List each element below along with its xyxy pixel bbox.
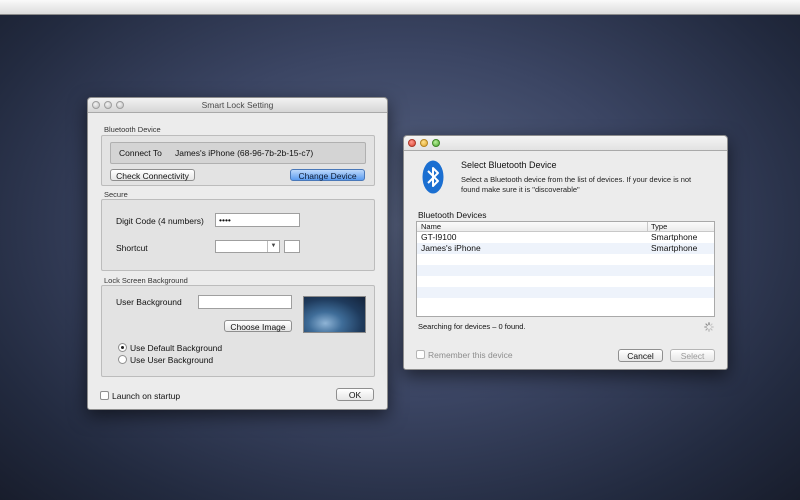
window-title: Smart Lock Setting bbox=[201, 100, 274, 110]
device-name-cell: James's iPhone bbox=[421, 243, 481, 253]
ok-button[interactable]: OK bbox=[336, 388, 374, 401]
lockscreen-section-label: Lock Screen Background bbox=[104, 276, 188, 285]
secure-section-label: Secure bbox=[104, 190, 128, 199]
table-row[interactable]: GT-I9100 Smartphone bbox=[417, 232, 714, 243]
minimize-icon[interactable] bbox=[104, 101, 112, 109]
bluetooth-section-label: Bluetooth Device bbox=[104, 125, 161, 134]
empty-row bbox=[417, 276, 714, 287]
device-type-cell: Smartphone bbox=[651, 232, 698, 242]
dialog-description: Select a Bluetooth device from the list … bbox=[461, 175, 692, 194]
close-icon[interactable] bbox=[408, 139, 416, 147]
empty-row bbox=[417, 298, 714, 309]
chevron-down-icon: ▼ bbox=[267, 241, 279, 252]
shortcut-select[interactable]: ▼ bbox=[215, 240, 280, 253]
remember-device-label: Remember this device bbox=[428, 350, 513, 360]
launch-on-startup-label: Launch on startup bbox=[112, 391, 181, 401]
devices-table: Name Type GT-I9100 Smartphone James's iP… bbox=[416, 221, 715, 317]
use-default-background-radio[interactable] bbox=[118, 343, 127, 352]
table-header: Name Type bbox=[417, 222, 714, 232]
device-name-cell: GT-I9100 bbox=[421, 232, 457, 242]
user-background-label: User Background bbox=[116, 297, 182, 307]
smart-lock-titlebar: Smart Lock Setting bbox=[88, 98, 387, 113]
digit-code-label: Digit Code (4 numbers) bbox=[116, 216, 204, 226]
cancel-button[interactable]: Cancel bbox=[618, 349, 663, 362]
zoom-icon[interactable] bbox=[116, 101, 124, 109]
column-separator bbox=[647, 222, 648, 231]
use-user-background-radio[interactable] bbox=[118, 355, 127, 364]
close-icon[interactable] bbox=[92, 101, 100, 109]
select-bluetooth-window: Select Bluetooth Device Select a Bluetoo… bbox=[403, 135, 728, 370]
connect-to-label: Connect To bbox=[119, 148, 162, 158]
remember-device-checkbox[interactable] bbox=[416, 350, 425, 359]
smart-lock-window: Smart Lock Setting Bluetooth Device Conn… bbox=[87, 97, 388, 410]
use-default-background-label: Use Default Background bbox=[130, 343, 223, 353]
search-status: Searching for devices – 0 found. bbox=[418, 322, 526, 331]
change-device-button[interactable]: Change Device bbox=[290, 169, 365, 181]
launch-on-startup-checkbox[interactable] bbox=[100, 391, 109, 400]
table-row[interactable]: James's iPhone Smartphone bbox=[417, 243, 714, 254]
empty-row bbox=[417, 254, 714, 265]
check-connectivity-button[interactable]: Check Connectivity bbox=[110, 169, 195, 181]
dialog-heading: Select Bluetooth Device bbox=[461, 160, 557, 170]
select-bluetooth-titlebar bbox=[404, 136, 727, 151]
empty-row bbox=[417, 265, 714, 276]
secure-box bbox=[101, 199, 375, 271]
bluetooth-icon bbox=[422, 160, 444, 194]
shortcut-key-input[interactable] bbox=[284, 240, 300, 253]
background-preview-image bbox=[303, 296, 366, 333]
use-user-background-label: Use User Background bbox=[130, 355, 214, 365]
column-type-header[interactable]: Type bbox=[651, 222, 667, 231]
menu-bar bbox=[0, 0, 800, 15]
shortcut-label: Shortcut bbox=[116, 243, 148, 253]
select-button[interactable]: Select bbox=[670, 349, 715, 362]
zoom-icon[interactable] bbox=[432, 139, 440, 147]
minimize-icon[interactable] bbox=[420, 139, 428, 147]
bluetooth-devices-title: Bluetooth Devices bbox=[418, 210, 487, 220]
spinner-icon bbox=[704, 322, 714, 332]
column-name-header[interactable]: Name bbox=[421, 222, 441, 231]
user-background-input[interactable] bbox=[198, 295, 292, 309]
device-type-cell: Smartphone bbox=[651, 243, 698, 253]
device-name: James's iPhone (68-96-7b-2b-15-c7) bbox=[175, 148, 314, 158]
choose-image-button[interactable]: Choose Image bbox=[224, 320, 292, 332]
empty-row bbox=[417, 287, 714, 298]
digit-code-input[interactable]: •••• bbox=[215, 213, 300, 227]
